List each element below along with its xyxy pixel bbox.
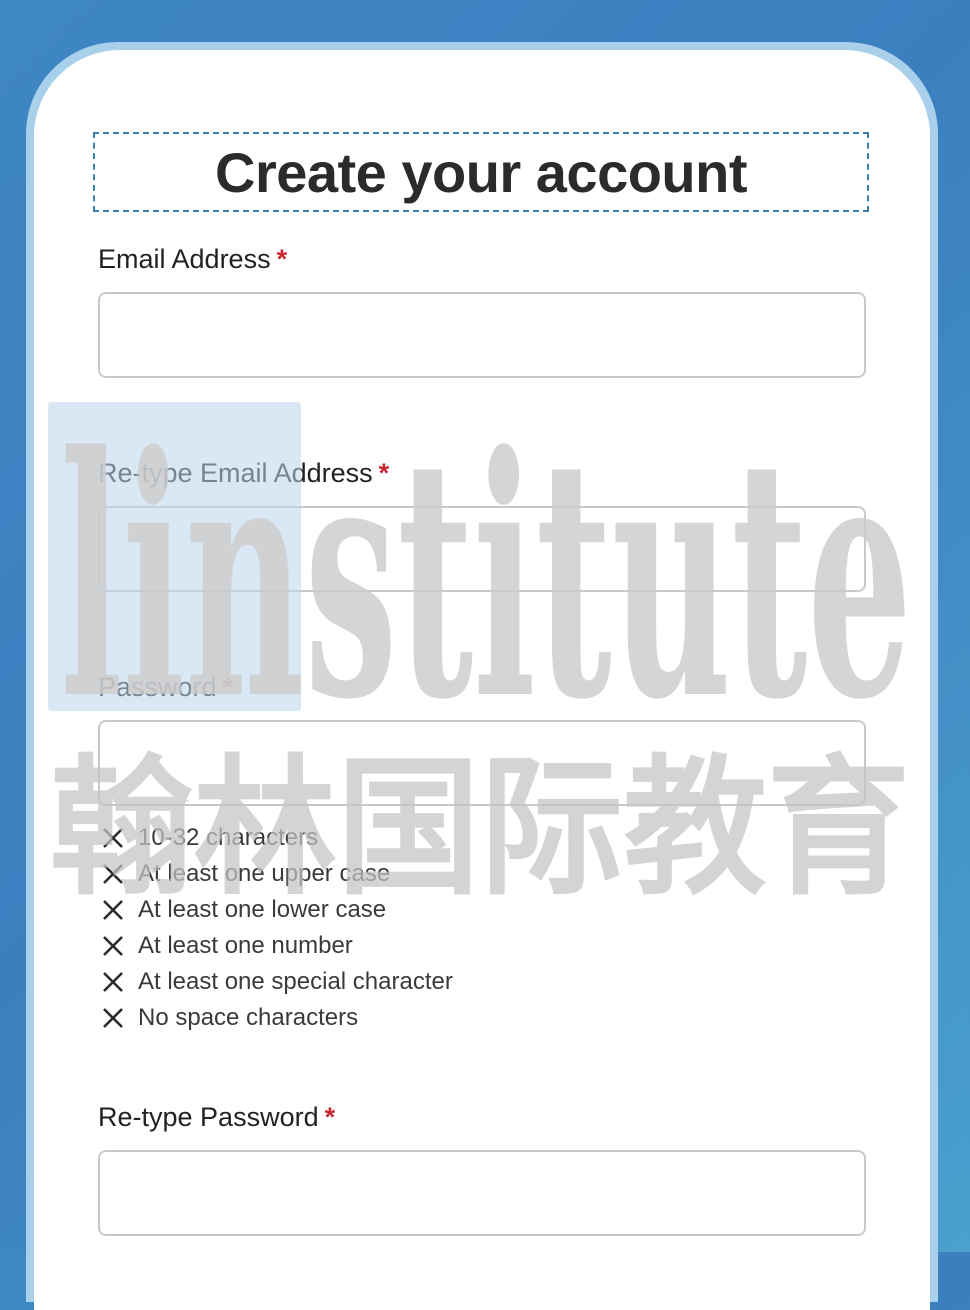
x-icon: [103, 972, 123, 992]
password-label: Password *: [98, 672, 233, 703]
title-box: Create your account: [93, 132, 869, 212]
password-rule: At least one number: [100, 928, 453, 964]
retype-email-input[interactable]: [98, 506, 866, 592]
retype-password-label-text: Re-type Password: [98, 1102, 319, 1132]
required-marker: *: [324, 1102, 336, 1132]
password-rule: At least one special character: [100, 964, 453, 1000]
required-marker: *: [222, 672, 234, 702]
rule-text: No space characters: [138, 1004, 359, 1031]
password-input[interactable]: [98, 720, 866, 806]
password-rule: No space characters: [100, 1000, 453, 1036]
email-label: Email Address *: [98, 244, 287, 275]
x-icon: [103, 1008, 123, 1028]
password-label-text: Password: [98, 672, 217, 702]
x-icon: [103, 900, 123, 920]
x-icon: [103, 864, 123, 884]
required-marker: *: [276, 244, 288, 274]
rule-text: 10-32 characters: [138, 824, 319, 851]
required-marker: *: [378, 458, 390, 488]
password-rule: At least one lower case: [100, 892, 453, 928]
page-title: Create your account: [215, 140, 748, 204]
password-rule: At least one upper case: [100, 856, 453, 892]
rule-text: At least one upper case: [138, 860, 391, 887]
email-input[interactable]: [98, 292, 866, 378]
retype-email-label-text: Re-type Email Address: [98, 458, 373, 488]
rule-text: At least one special character: [138, 968, 453, 995]
password-rule: 10-32 characters: [100, 820, 453, 856]
retype-password-input[interactable]: [98, 1150, 866, 1236]
retype-password-label: Re-type Password *: [98, 1102, 335, 1133]
password-rules-list: 10-32 characters At least one upper case…: [100, 820, 453, 1036]
x-icon: [103, 828, 123, 848]
rule-text: At least one lower case: [138, 896, 387, 923]
x-icon: [103, 936, 123, 956]
retype-email-label: Re-type Email Address *: [98, 458, 389, 489]
rule-text: At least one number: [138, 932, 353, 959]
email-label-text: Email Address: [98, 244, 271, 274]
